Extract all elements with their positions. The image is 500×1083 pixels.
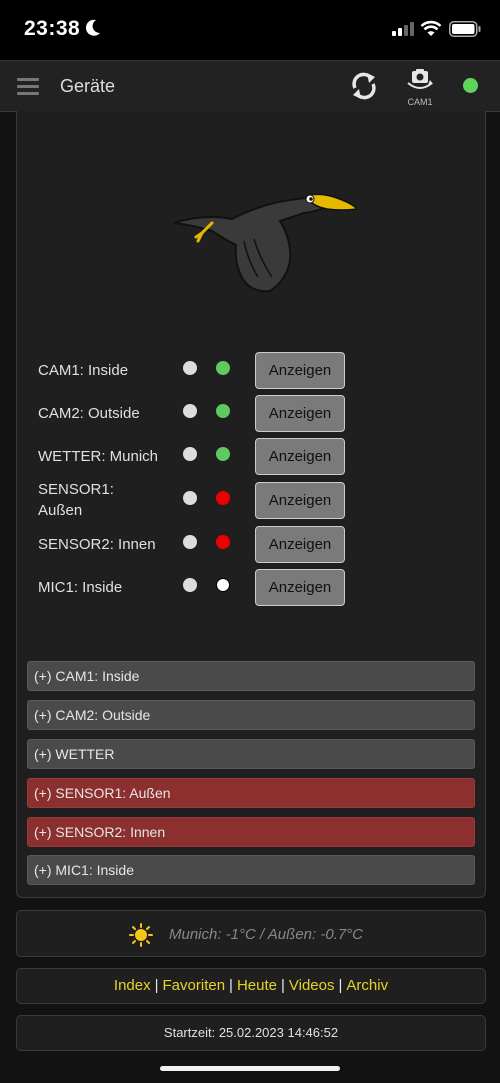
app-header: Geräte CAM1	[0, 60, 500, 112]
device-row: SENSOR2: Innen Anzeigen	[38, 525, 478, 565]
refresh-icon[interactable]	[349, 70, 379, 102]
device-activity-indicator	[183, 578, 197, 592]
connection-status-indicator	[463, 78, 478, 93]
accordion-sensor1[interactable]: (+) SENSOR1: Außen	[27, 778, 475, 808]
show-device-button[interactable]: Anzeigen	[255, 352, 345, 389]
separator: |	[154, 977, 159, 994]
link-archiv[interactable]: Archiv	[346, 977, 388, 994]
show-device-button[interactable]: Anzeigen	[255, 482, 345, 519]
device-row: WETTER: Munich Anzeigen	[38, 437, 478, 477]
separator: |	[338, 977, 343, 994]
wifi-icon	[420, 20, 442, 36]
home-indicator[interactable]	[160, 1066, 340, 1071]
link-favoriten[interactable]: Favoriten	[163, 977, 226, 994]
device-activity-indicator	[183, 447, 197, 461]
battery-icon	[449, 21, 481, 37]
separator: |	[229, 977, 233, 994]
device-status-indicator	[216, 491, 230, 505]
accordion-wetter[interactable]: (+) WETTER	[27, 739, 475, 769]
accordion-cam2[interactable]: (+) CAM2: Outside	[27, 700, 475, 730]
status-time: 23:38	[24, 17, 81, 40]
menu-icon[interactable]	[17, 78, 39, 96]
show-device-button[interactable]: Anzeigen	[255, 395, 345, 432]
device-row: CAM2: Outside Anzeigen	[38, 394, 478, 434]
nav-links: Index | Favoriten | Heute | Videos | Archiv	[16, 968, 486, 1004]
page-title: Geräte	[60, 76, 116, 96]
link-videos[interactable]: Videos	[289, 977, 335, 994]
device-name: MIC1: Inside	[38, 579, 123, 596]
sun-icon	[129, 923, 153, 947]
status-bar: 23:38	[0, 0, 500, 60]
device-row: CAM1: Inside Anzeigen	[38, 351, 478, 391]
link-index[interactable]: Index	[114, 977, 151, 994]
cellular-signal-icon	[392, 22, 414, 36]
device-name: CAM2: Outside	[38, 405, 140, 422]
camera-label: CAM1	[407, 97, 433, 107]
device-name: SENSOR2: Innen	[38, 536, 156, 553]
device-status-indicator	[216, 578, 230, 592]
moon-icon	[85, 19, 100, 36]
device-name: CAM1: Inside	[38, 362, 129, 379]
device-activity-indicator	[183, 491, 197, 505]
device-status-indicator	[216, 404, 230, 418]
crow-logo	[173, 193, 357, 293]
device-status-indicator	[216, 361, 230, 375]
show-device-button[interactable]: Anzeigen	[255, 438, 345, 475]
show-device-button[interactable]: Anzeigen	[255, 526, 345, 563]
camera-switch-button[interactable]: CAM1	[402, 67, 438, 107]
device-activity-indicator	[183, 535, 197, 549]
start-time: Startzeit: 25.02.2023 14:46:52	[16, 1015, 486, 1051]
device-name: SENSOR1: Außen	[38, 481, 114, 519]
accordion-cam1[interactable]: (+) CAM1: Inside	[27, 661, 475, 691]
weather-text: Munich: -1°C / Außen: -0.7°C	[169, 926, 364, 943]
accordion-mic1[interactable]: (+) MIC1: Inside	[27, 855, 475, 885]
weather-panel: Munich: -1°C / Außen: -0.7°C	[16, 910, 486, 957]
show-device-button[interactable]: Anzeigen	[255, 569, 345, 606]
device-row: SENSOR1: Außen Anzeigen	[38, 481, 478, 521]
accordion-sensor2[interactable]: (+) SENSOR2: Innen	[27, 817, 475, 847]
device-activity-indicator	[183, 404, 197, 418]
device-row: MIC1: Inside Anzeigen	[38, 568, 478, 608]
separator: |	[280, 977, 285, 994]
device-status-indicator	[216, 447, 230, 461]
devices-panel: CAM1: Inside Anzeigen CAM2: Outside Anze…	[16, 111, 486, 898]
device-name: WETTER: Munich	[38, 448, 159, 465]
device-status-indicator	[216, 535, 230, 549]
link-heute[interactable]: Heute	[237, 977, 277, 994]
camera-switch-icon	[407, 69, 433, 89]
device-activity-indicator	[183, 361, 197, 375]
